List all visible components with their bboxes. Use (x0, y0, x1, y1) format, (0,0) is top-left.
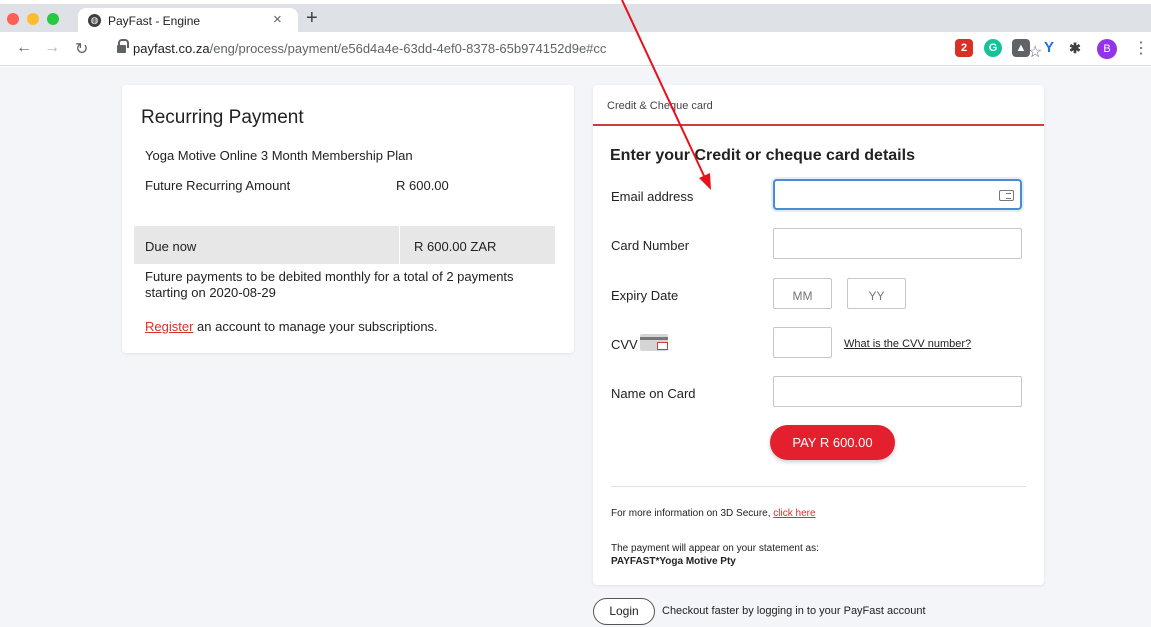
autofill-card-icon[interactable] (999, 190, 1014, 201)
pay-button[interactable]: PAY R 600.00 (770, 425, 895, 460)
login-hint: Checkout faster by logging in to your Pa… (662, 605, 926, 617)
expiry-date-label: Expiry Date (611, 288, 679, 303)
plan-name: Yoga Motive Online 3 Month Membership Pl… (145, 148, 413, 163)
tab-credit-cheque-card[interactable]: Credit & Cheque card (593, 85, 1044, 126)
browser-toolbar: ← → ↻ payfast.co.za/eng/process/payment/… (0, 32, 1151, 66)
email-field[interactable] (773, 179, 1022, 210)
url-text[interactable]: payfast.co.za/eng/process/payment/e56d4a… (133, 41, 606, 56)
summary-title: Recurring Payment (141, 107, 304, 128)
future-amount-label: Future Recurring Amount (145, 178, 291, 193)
expiry-year-placeholder: YY (868, 289, 885, 303)
lock-icon[interactable] (117, 39, 129, 53)
card-number-label: Card Number (611, 238, 690, 253)
statement-descriptor: PAYFAST*Yoga Motive Pty (611, 556, 736, 567)
3d-secure-link[interactable]: click here (773, 508, 815, 519)
window-minimize-icon[interactable] (27, 13, 39, 25)
due-now-value: R 600.00 ZAR (414, 239, 497, 254)
expiry-year-field[interactable]: YY (847, 278, 906, 309)
window-zoom-icon[interactable] (47, 13, 59, 25)
cvv-label: CVV (611, 337, 638, 352)
cvv-field[interactable] (773, 327, 832, 358)
tab-title: PayFast - Engine (108, 14, 201, 28)
puzzle-icon[interactable]: ✱ (1066, 39, 1084, 57)
address-bar[interactable]: payfast.co.za/eng/process/payment/e56d4a… (103, 36, 1042, 62)
payments-note: Future payments to be debited monthly fo… (145, 269, 514, 300)
card-number-field[interactable] (773, 228, 1022, 259)
expiry-month-placeholder: MM (792, 289, 813, 303)
register-line: Register an account to manage your subsc… (145, 319, 438, 334)
cvv-help-link[interactable]: What is the CVV number? (844, 338, 971, 350)
due-now-row: Due now R 600.00 ZAR (134, 226, 555, 264)
statement-info: The payment will appear on your statemen… (611, 543, 819, 567)
browser-tab[interactable]: ◍ PayFast - Engine × (78, 8, 298, 34)
browser-tab-bar: ◍ PayFast - Engine × + (0, 4, 1151, 34)
menu-kebab-icon[interactable]: ⋮ (1133, 38, 1149, 58)
page-content: Recurring Payment Yoga Motive Online 3 M… (0, 67, 1151, 627)
tab-close-icon[interactable]: × (273, 11, 282, 28)
3d-secure-info: For more information on 3D Secure, click… (611, 508, 816, 519)
future-amount-value: R 600.00 (396, 178, 449, 193)
form-heading: Enter your Credit or cheque card details (610, 147, 915, 164)
form-divider (611, 486, 1026, 487)
recurring-summary-card: Recurring Payment Yoga Motive Online 3 M… (122, 85, 574, 353)
forward-arrow-icon[interactable]: → (44, 39, 60, 57)
window-close-icon[interactable] (7, 13, 19, 25)
cvv-card-icon (640, 334, 668, 351)
email-label: Email address (611, 189, 694, 204)
profile-avatar[interactable]: B (1097, 39, 1117, 59)
register-link[interactable]: Register (145, 319, 193, 334)
reload-icon[interactable]: ↻ (75, 39, 88, 59)
card-payment-form: Credit & Cheque card Enter your Credit o… (593, 85, 1044, 585)
extension-y-icon[interactable]: Y (1040, 39, 1058, 57)
extension-badge-icon[interactable]: 2 (955, 39, 973, 57)
drive-icon[interactable]: ▲ (1012, 39, 1030, 57)
due-now-label: Due now (145, 239, 197, 254)
new-tab-icon[interactable]: + (306, 7, 318, 30)
due-divider (399, 226, 400, 264)
globe-icon: ◍ (88, 14, 101, 27)
screenshot-root: ◍ PayFast - Engine × + ← → ↻ payfast.co.… (0, 0, 1151, 627)
back-arrow-icon[interactable]: ← (16, 39, 32, 57)
grammarly-icon[interactable]: G (984, 39, 1002, 57)
expiry-month-field[interactable]: MM (773, 278, 832, 309)
login-button[interactable]: Login (593, 598, 655, 625)
name-on-card-label: Name on Card (611, 386, 696, 401)
name-on-card-field[interactable] (773, 376, 1022, 407)
